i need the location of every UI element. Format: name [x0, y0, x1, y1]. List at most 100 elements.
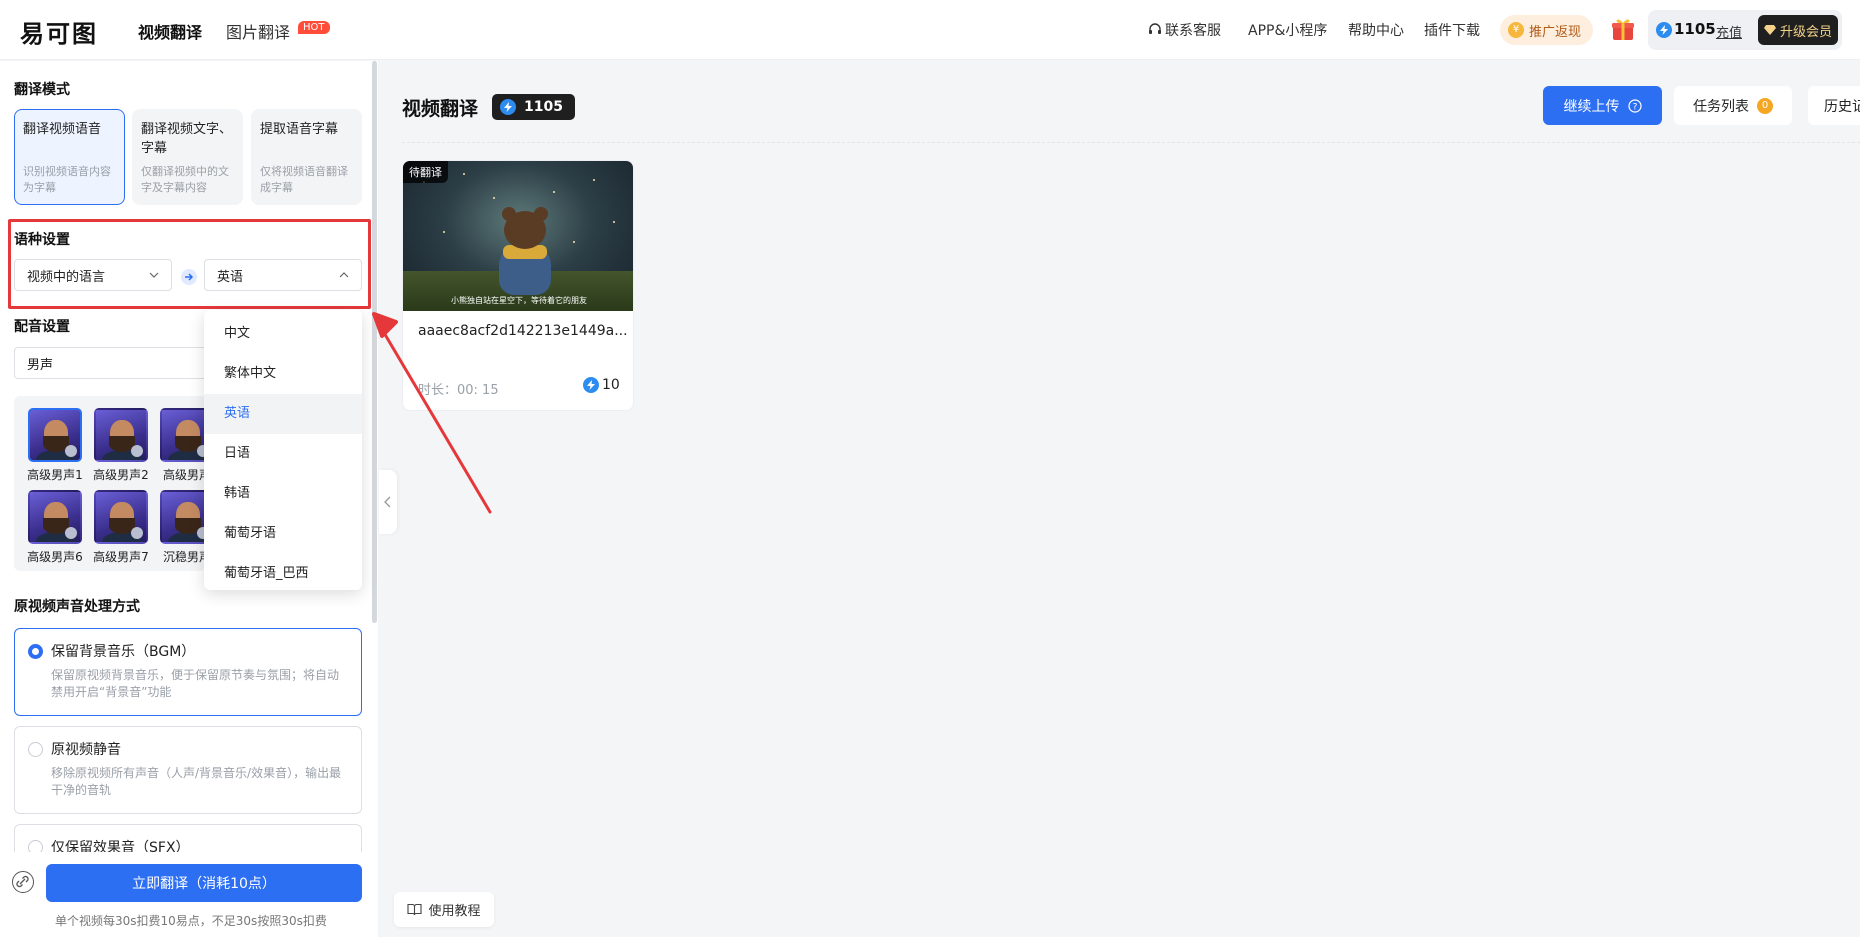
mode-title: 翻译视频文字、字幕 [141, 122, 233, 156]
voice-avatar [28, 408, 82, 462]
coin-icon: ¥ [1508, 22, 1524, 38]
app-miniprogram-link[interactable]: APP&小程序 [1248, 20, 1327, 40]
voice-item[interactable]: 高级男声1 [26, 408, 84, 483]
contact-service-label: 联系客服 [1165, 23, 1221, 39]
voice-name: 高级男声2 [93, 468, 149, 482]
bolt-icon [500, 99, 516, 115]
radio-button[interactable] [28, 742, 43, 757]
audio-option-sfx[interactable]: 仅保留效果音（SFX） [14, 824, 362, 852]
audio-processing-heading: 原视频声音处理方式 [14, 599, 140, 615]
book-icon [407, 903, 423, 916]
mode-card-voice[interactable]: 翻译视频语音 识别视频语音内容为字幕 [14, 109, 125, 205]
language-option[interactable]: 葡萄牙语_巴西 [204, 554, 362, 594]
radio-button[interactable] [28, 840, 43, 852]
mode-card-text-subtitle[interactable]: 翻译视频文字、字幕 仅翻译视频中的文字及字幕内容 [132, 109, 243, 205]
language-dropdown: 中文 繁体中文 英语 日语 韩语 葡萄牙语 葡萄牙语_巴西 [204, 310, 362, 590]
language-option-selected[interactable]: 英语 [204, 394, 362, 434]
video-subtitle: 小熊独自站在星空下，等待着它的朋友 [451, 296, 587, 305]
mode-desc: 仅翻译视频中的文字及字幕内容 [141, 165, 229, 194]
translate-now-button[interactable]: 立即翻译（消耗10点） [46, 864, 362, 902]
voice-name: 高级男声1 [27, 468, 83, 482]
dubbing-settings-heading: 配音设置 [14, 319, 70, 335]
task-count-badge: 0 [1757, 97, 1773, 114]
contact-service-link[interactable]: 联系客服 [1148, 20, 1221, 40]
audio-option-keep-bgm[interactable]: 保留背景音乐（BGM） 保留原视频背景音乐，便于保留原节奏与氛围；将自动禁用开启… [14, 628, 362, 716]
radio-button[interactable] [28, 644, 43, 659]
language-option[interactable]: 繁体中文 [204, 354, 362, 394]
task-list-button[interactable]: 任务列表 0 [1674, 86, 1792, 125]
continue-upload-label: 继续上传 [1563, 98, 1620, 115]
top-header: 易可图 视频翻译 图片翻译 HOT 联系客服 APP&小程序 帮助中心 插件下载… [0, 0, 1860, 60]
panel-scrollbar[interactable] [372, 61, 377, 623]
diamond-icon [1763, 25, 1776, 35]
continue-upload-button[interactable]: 继续上传 ? [1543, 86, 1662, 125]
balance-value: 1105 [1674, 20, 1716, 38]
translate-mode-heading: 翻译模式 [14, 82, 70, 98]
content-divider [402, 142, 1860, 143]
language-option[interactable]: 日语 [204, 434, 362, 474]
video-cost: 10 [583, 377, 620, 393]
play-icon [65, 445, 77, 457]
voice-name: 高级男声6 [27, 550, 83, 564]
credits-badge: 1105 [492, 94, 575, 120]
hot-badge: HOT [298, 21, 330, 34]
voice-avatar [94, 408, 148, 462]
help-center-link[interactable]: 帮助中心 [1348, 20, 1404, 40]
collapse-panel-handle[interactable] [379, 470, 397, 534]
tutorial-button[interactable]: 使用教程 [394, 892, 494, 927]
task-list-label: 任务列表 [1693, 98, 1749, 115]
mode-card-extract-subtitle[interactable]: 提取语音字幕 仅将视频语音翻译成字幕 [251, 109, 362, 205]
bolt-icon [1656, 22, 1672, 38]
upgrade-label: 升级会员 [1779, 24, 1832, 40]
audio-option-title: 保留背景音乐（BGM） [51, 644, 196, 660]
audio-option-title: 仅保留效果音（SFX） [51, 840, 190, 852]
play-icon [131, 527, 143, 539]
voice-avatar [94, 490, 148, 544]
language-option[interactable]: 韩语 [204, 474, 362, 514]
mode-title: 提取语音字幕 [260, 122, 339, 137]
history-button[interactable]: 历史记 [1808, 86, 1860, 125]
audio-option-title: 原视频静音 [51, 742, 121, 758]
tutorial-label: 使用教程 [428, 904, 481, 919]
upgrade-membership-button[interactable]: 升级会员 [1758, 15, 1838, 45]
history-label: 历史记 [1824, 98, 1860, 115]
mode-desc: 仅将视频语音翻译成字幕 [260, 165, 348, 194]
recharge-link[interactable]: 充值 [1716, 22, 1742, 41]
help-circle-icon: ? [1627, 98, 1642, 113]
svg-text:?: ? [1632, 102, 1637, 112]
video-thumbnail[interactable]: 小熊独自站在星空下，等待着它的朋友 待翻译 [403, 161, 633, 311]
video-duration: 时长：00: 15 [418, 383, 499, 398]
tab-image-translate[interactable]: 图片翻译 [226, 19, 290, 43]
play-icon [131, 445, 143, 457]
plugin-download-link[interactable]: 插件下载 [1424, 20, 1480, 40]
audio-option-desc: 保留原视频背景音乐，便于保留原节奏与氛围；将自动禁用开启“背景音”功能 [51, 668, 340, 699]
page-title: 视频翻译 [402, 98, 479, 120]
play-icon [65, 527, 77, 539]
link-icon[interactable] [12, 871, 34, 893]
language-option[interactable]: 中文 [204, 314, 362, 354]
balance-box: 1105 充值 升级会员 [1648, 10, 1842, 50]
credits-value: 1105 [524, 99, 563, 115]
audio-option-desc: 移除原视频所有声音（人声/背景音乐/效果音），输出最干净的音轨 [51, 766, 342, 797]
language-option[interactable]: 葡萄牙语 [204, 514, 362, 554]
billing-note: 单个视频每30s扣费10易点，不足30s按照30s扣费 [55, 914, 327, 928]
voice-item[interactable]: 高级男声2 [92, 408, 150, 483]
voice-item[interactable]: 高级男声6 [26, 490, 84, 565]
brand-logo[interactable]: 易可图 [20, 14, 98, 49]
voice-item[interactable]: 高级男声7 [92, 490, 150, 565]
tab-video-translate[interactable]: 视频翻译 [138, 19, 202, 43]
status-badge: 待翻译 [403, 161, 448, 183]
video-card[interactable]: 小熊独自站在星空下，等待着它的朋友 待翻译 aaaec8acf2d142213e… [402, 160, 634, 411]
chevron-left-icon [384, 496, 391, 508]
voice-list: 高级男声1 高级男声2 高级男声 高级男声6 高级男声7 沉稳男声 [14, 396, 214, 571]
mode-title: 翻译视频语音 [23, 122, 102, 137]
audio-option-mute[interactable]: 原视频静音 移除原视频所有声音（人声/背景音乐/效果音），输出最干净的音轨 [14, 726, 362, 814]
gift-icon[interactable] [1610, 16, 1636, 42]
voice-gender-value: 男声 [27, 357, 54, 373]
voice-avatar [28, 490, 82, 544]
bolt-icon [583, 377, 599, 393]
promo-cashback-button[interactable]: ¥ 推广返现 [1500, 15, 1594, 45]
annotation-highlight-box [8, 219, 371, 309]
promo-label: 推广返现 [1529, 24, 1582, 40]
voice-name: 高级男声7 [93, 550, 149, 564]
